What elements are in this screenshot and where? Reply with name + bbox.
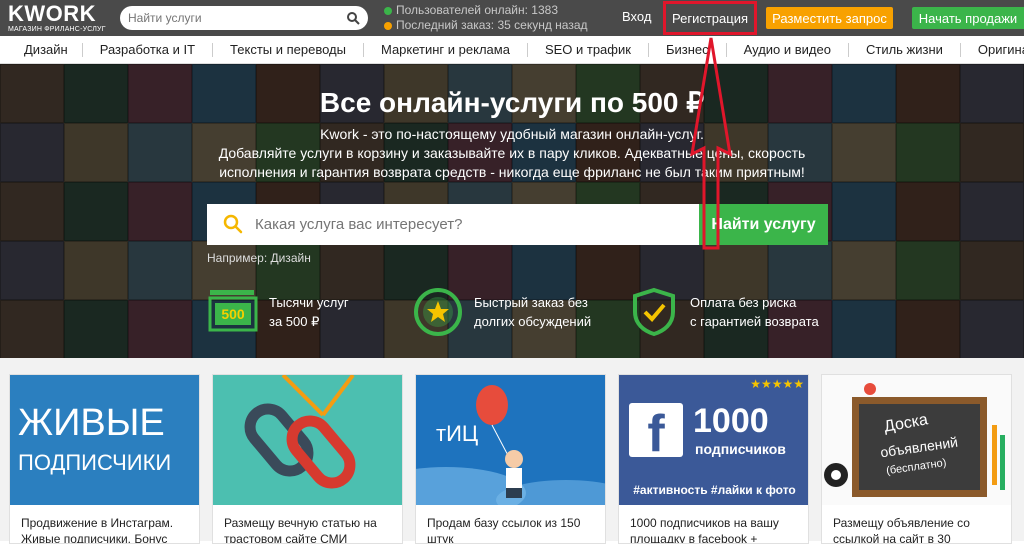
feature-line: Тысячи услуг: [269, 295, 349, 310]
category-original[interactable]: Оригинальное: [961, 42, 1024, 57]
category-seo[interactable]: SEO и трафик: [528, 42, 649, 57]
service-title: Размещу объявление со ссылкой на сайт в …: [822, 505, 1011, 544]
service-title-line: Продвижение в Инстаграм.: [21, 516, 174, 530]
search-icon[interactable]: [346, 11, 360, 25]
category-development[interactable]: Разработка и IT: [83, 42, 214, 57]
service-title-line: штук: [427, 532, 454, 544]
service-image-facebook-followers: ★★★★★ f 1000 подписчиков #активность #ла…: [619, 375, 808, 505]
card-image-text: #активность #лайки к фото: [633, 483, 796, 497]
hero-subtitle-line: Добавляйте услуги в корзину и заказывайт…: [218, 145, 806, 161]
service-title: Продвижение в Инстаграм. Живые подписчик…: [10, 505, 199, 544]
register-link[interactable]: Регистрация: [663, 1, 757, 35]
feature-safe-payment: Оплата без риска с гарантией возврата: [628, 286, 819, 338]
login-link[interactable]: Вход: [622, 9, 651, 24]
service-image-live-followers: ЖИВЫЕ ПОДПИСЧИКИ: [10, 375, 199, 505]
category-lifestyle[interactable]: Стиль жизни: [849, 42, 961, 57]
feature-thousands-services: 500 Тысячи услуг за 500 ₽: [207, 286, 349, 338]
money-500-icon: 500: [208, 290, 258, 332]
online-users: Пользователей онлайн: 1383: [396, 3, 558, 17]
hero-search-input[interactable]: [255, 216, 675, 233]
header-search-input[interactable]: [128, 11, 338, 25]
card-image-text: ПОДПИСЧИКИ: [18, 450, 172, 475]
logo-text: KWORK: [8, 1, 97, 26]
card-image-text: тИЦ: [436, 421, 479, 446]
service-image-chain-link: [213, 375, 402, 505]
last-order-icon: [384, 21, 392, 30]
category-audio-video[interactable]: Аудио и видео: [727, 42, 849, 57]
hero-section: Все онлайн-услуги по 500 ₽ Kwork - это п…: [0, 64, 1024, 358]
star-badge-icon: [414, 288, 462, 336]
feature-line: Быстрый заказ без: [474, 295, 588, 310]
rating-stars-icon: ★★★★★: [750, 377, 804, 391]
category-texts[interactable]: Тексты и переводы: [213, 42, 364, 57]
shield-check-icon: [633, 287, 675, 337]
card-image-text: подписчиков: [695, 441, 786, 457]
feature-line: долгих обсуждений: [474, 314, 592, 329]
service-card[interactable]: ★★★★★ f 1000 подписчиков #активность #ла…: [618, 374, 809, 544]
service-title-line: ссылкой на сайт в 30: [833, 532, 951, 544]
service-title-line: трастовом сайте СМИ: [224, 532, 348, 544]
service-title-line: Продам базу ссылок из 150: [427, 516, 581, 530]
service-title-line: 1000 подписчиков на вашу: [630, 516, 779, 530]
site-stats: Пользователей онлайн: 1383 Последний зак…: [384, 3, 588, 33]
service-image-tic: тИЦ: [416, 375, 605, 505]
service-title: 1000 подписчиков на вашу площадку в face…: [619, 505, 808, 544]
service-card[interactable]: Размещу вечную статью на трастовом сайте…: [212, 374, 403, 544]
service-title: Размещу вечную статью на трастовом сайте…: [213, 505, 402, 544]
hero-subtitle-line: исполнения и гарантия возврата средств -…: [219, 164, 805, 180]
service-image-bulletin-board: Доска объявлений (бесплатно): [822, 375, 1011, 505]
feature-fast-order: Быстрый заказ без долгих обсуждений: [412, 286, 591, 338]
service-title-line: Размещу вечную статью на: [224, 516, 377, 530]
online-status-icon: [384, 6, 392, 15]
annotation-arrow-icon: [690, 37, 732, 250]
search-icon: [223, 214, 243, 234]
money-500-label: 500: [221, 306, 245, 322]
search-example[interactable]: Например: Дизайн: [207, 251, 311, 265]
card-image-text: 1000: [693, 402, 769, 440]
service-title-line: Живые подписчики. Бонус: [21, 532, 168, 544]
service-title-line: Размещу объявление со: [833, 516, 970, 530]
category-marketing[interactable]: Маркетинг и реклама: [364, 42, 528, 57]
hero-title: Все онлайн-услуги по 500 ₽: [319, 87, 705, 118]
category-nav: Дизайн Разработка и IT Тексты и переводы…: [0, 36, 1024, 64]
chain-link-icon: [244, 375, 356, 489]
logo-subtitle: МАГАЗИН ФРИЛАНС-УСЛУГ: [8, 26, 106, 33]
feature-line: за 500 ₽: [269, 314, 320, 329]
top-bar: KWORK МАГАЗИН ФРИЛАНС-УСЛУГ Пользователе…: [0, 0, 1024, 36]
service-card[interactable]: Доска объявлений (бесплатно) Размещу объ…: [821, 374, 1012, 544]
card-image-text: ЖИВЫЕ: [18, 402, 165, 444]
last-order: Последний заказ: 35 секунд назад: [396, 18, 588, 32]
post-request-button[interactable]: Разместить запрос: [766, 7, 893, 29]
service-title-line: площадку в facebook +: [630, 532, 758, 544]
service-title: Продам базу ссылок из 150 штук: [416, 505, 605, 544]
service-card[interactable]: ЖИВЫЕ ПОДПИСЧИКИ Продвижение в Инстаграм…: [9, 374, 200, 544]
feature-line: с гарантией возврата: [690, 314, 819, 329]
hero-search-box[interactable]: [207, 204, 699, 245]
feature-line: Оплата без риска: [690, 295, 797, 310]
logo[interactable]: KWORK МАГАЗИН ФРИЛАНС-УСЛУГ: [8, 1, 106, 34]
header-search[interactable]: [120, 6, 368, 30]
start-selling-button[interactable]: Начать продажи: [912, 7, 1024, 29]
hero-subtitle-line: Kwork - это по-настоящему удобный магази…: [320, 126, 704, 142]
service-card[interactable]: тИЦ Продам базу ссылок из 150 штук: [415, 374, 606, 544]
category-design[interactable]: Дизайн: [0, 42, 83, 57]
services-grid: ЖИВЫЕ ПОДПИСЧИКИ Продвижение в Инстаграм…: [0, 358, 1024, 544]
hero-subtitle: Kwork - это по-настоящему удобный магази…: [0, 125, 1024, 182]
facebook-icon: f: [629, 403, 683, 463]
